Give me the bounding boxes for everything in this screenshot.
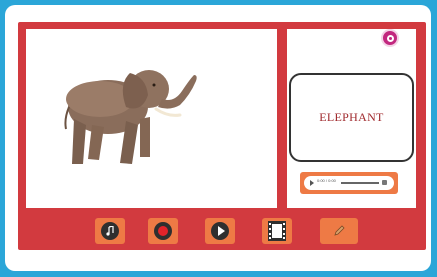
audio-time: 0:00 / 0:00 — [317, 178, 336, 183]
volume-icon[interactable] — [382, 180, 387, 185]
record-icon — [154, 222, 172, 240]
record-button[interactable] — [148, 218, 178, 244]
play-icon — [211, 222, 229, 240]
word-label: ELEPHANT — [319, 110, 384, 124]
music-note-icon — [101, 222, 119, 240]
word-card: ELEPHANT — [289, 73, 414, 162]
video-button[interactable] — [262, 218, 292, 244]
gear-icon — [386, 34, 394, 42]
settings-button[interactable] — [381, 29, 399, 47]
image-panel — [26, 29, 277, 208]
music-button[interactable] — [95, 218, 125, 244]
elephant-image — [64, 70, 197, 164]
pencil-icon — [334, 225, 345, 236]
audio-progress-bar[interactable] — [341, 182, 379, 184]
edit-button[interactable] — [320, 218, 358, 244]
play-button[interactable] — [205, 218, 235, 244]
audio-play-icon[interactable] — [310, 180, 314, 186]
film-strip-icon — [268, 221, 286, 241]
